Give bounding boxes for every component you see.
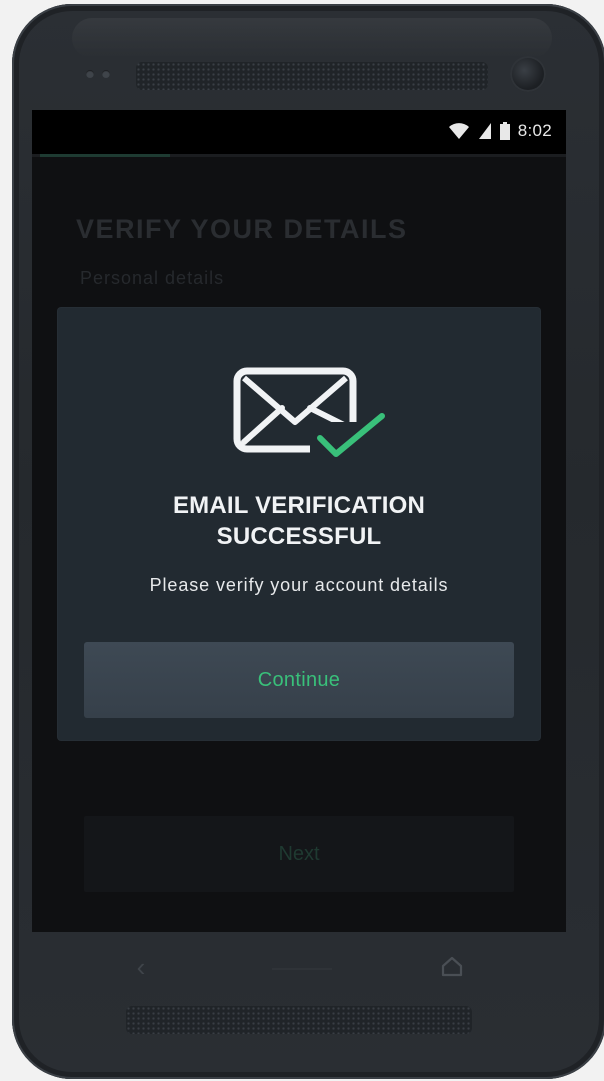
wifi-icon: [448, 123, 469, 139]
back-arrow-icon[interactable]: ‹: [126, 952, 156, 983]
page-title: VERIFY YOUR DETAILS: [76, 214, 408, 244]
wizard-progress-track: [32, 154, 566, 157]
sensor-dot: [102, 70, 110, 78]
nav-divider: [272, 968, 332, 970]
battery-icon: [499, 122, 510, 140]
screenshot: 8:02 VERIFY YOUR DETAILS Personal detail…: [0, 0, 604, 1081]
section-subtitle: Personal details: [80, 268, 225, 288]
status-icons: 8:02: [448, 121, 552, 141]
email-verified-icon: [233, 367, 385, 462]
dialog-title: EMAIL VERIFICATION SUCCESSFUL: [172, 492, 426, 550]
email-verified-dialog: EMAIL VERIFICATION SUCCESSFUL Please ver…: [58, 308, 540, 740]
status-time: 8:02: [517, 121, 552, 140]
continue-button[interactable]: Continue: [84, 642, 514, 718]
front-camera: [510, 56, 546, 92]
top-speaker-grille: [136, 62, 488, 90]
signal-icon: [478, 123, 491, 139]
dialog-message: Please verify your account details: [149, 575, 449, 595]
proximity-sensors: [86, 70, 126, 80]
navigation-bar: ‹: [32, 936, 566, 1002]
next-button: Next: [84, 816, 514, 892]
status-bar: 8:02: [32, 110, 566, 154]
wizard-progress-fill: [40, 154, 170, 157]
home-icon[interactable]: [440, 954, 464, 978]
phone-screen: 8:02 VERIFY YOUR DETAILS Personal detail…: [32, 110, 566, 932]
sensor-dot: [86, 70, 94, 78]
phone-sheen: [72, 18, 552, 58]
bottom-speaker-grille: [126, 1006, 472, 1034]
